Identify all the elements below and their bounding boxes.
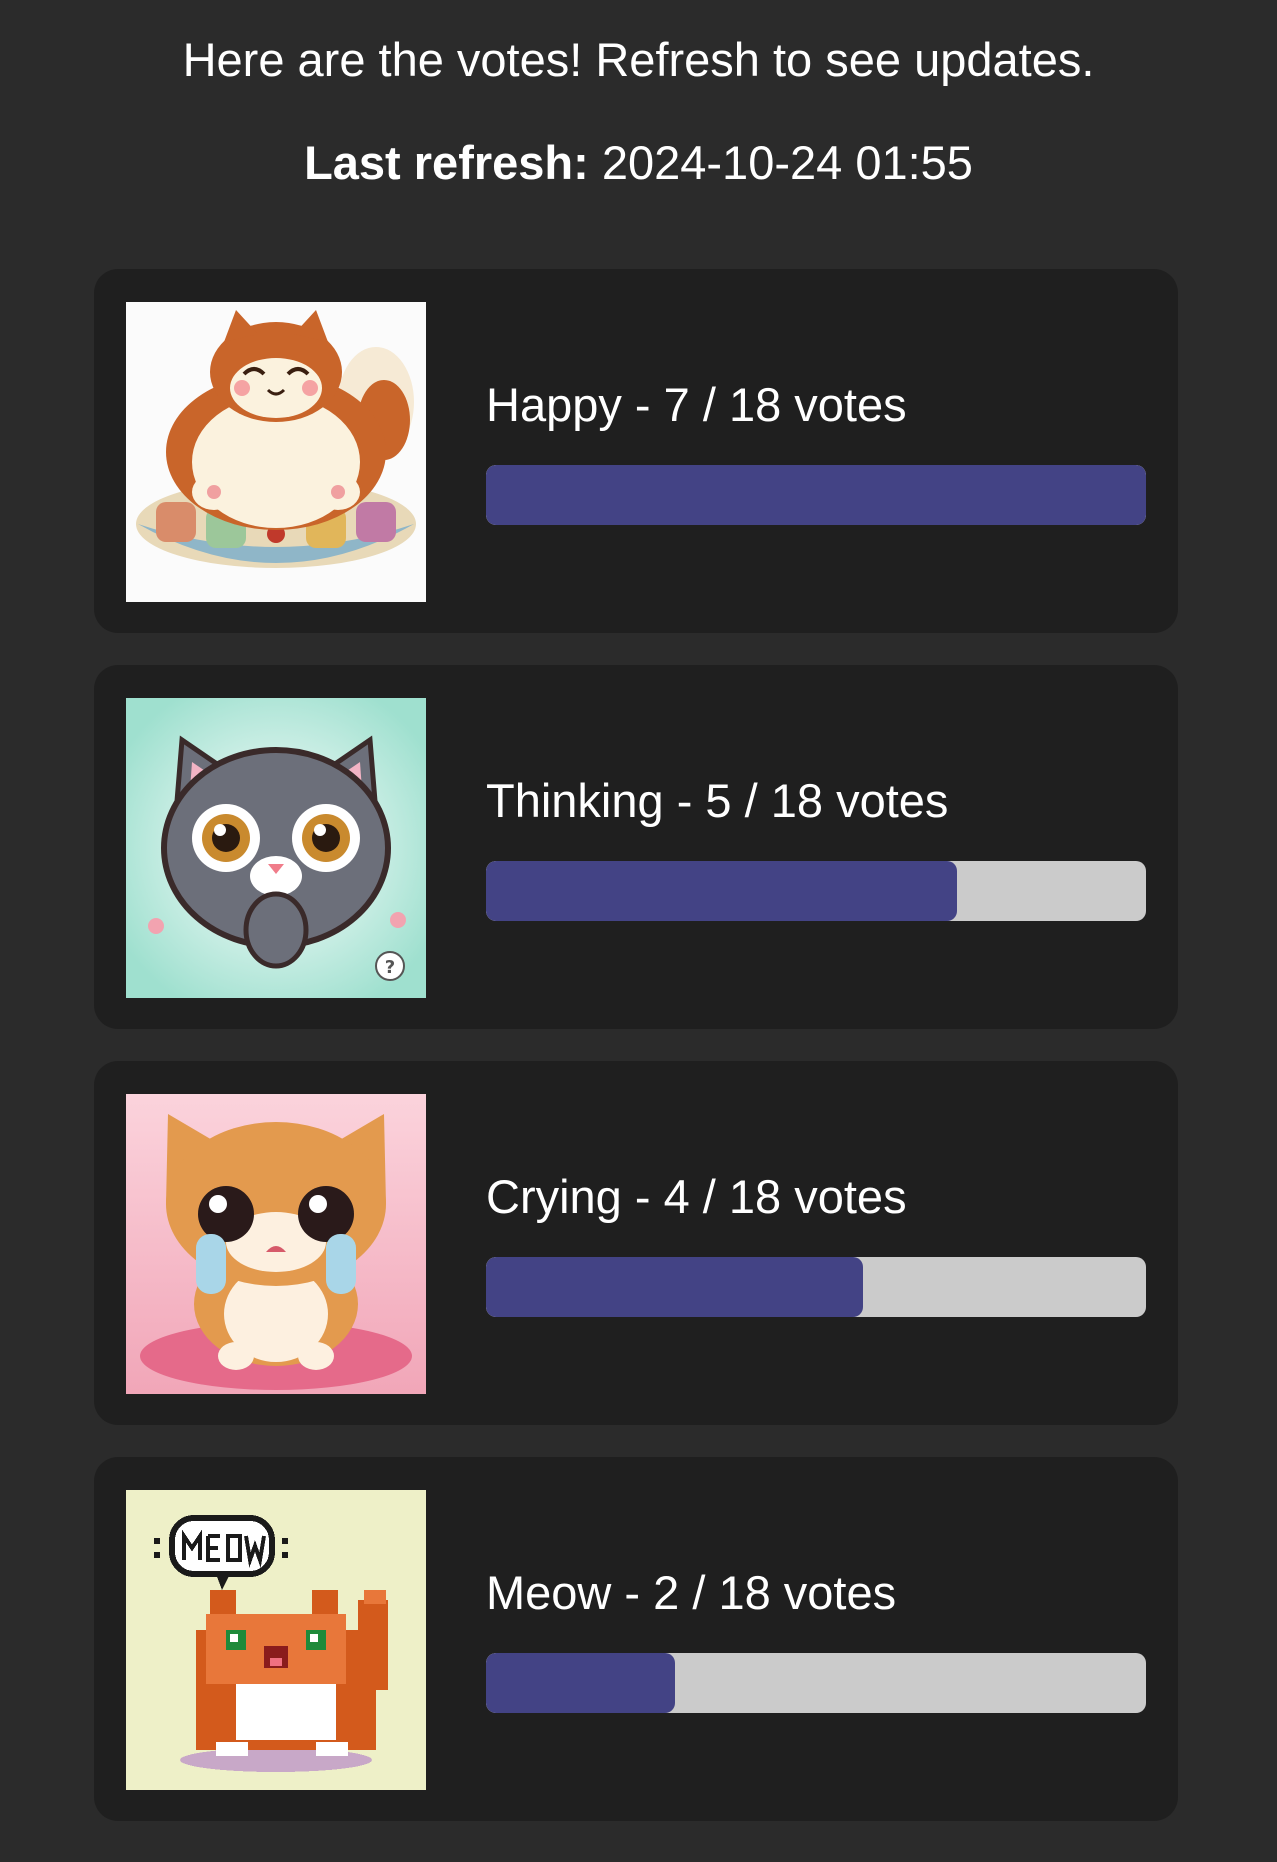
vote-bar-crying: [486, 1257, 1146, 1317]
thinking-cat-image: ?: [126, 698, 426, 998]
vote-bar-fill-happy: [486, 465, 1146, 525]
vote-bar-fill-meow: [486, 1653, 675, 1713]
last-refresh-label: Last refresh:: [304, 136, 589, 189]
vote-bar-fill-thinking: [486, 861, 958, 921]
vote-card-meow: Meow - 2 / 18 votes: [94, 1457, 1178, 1821]
vote-card-happy: Happy - 7 / 18 votes: [94, 269, 1178, 633]
intro-text: Here are the votes! Refresh to see updat…: [182, 33, 1095, 86]
vote-bar-meow: [486, 1653, 1146, 1713]
crying-cat-image: [126, 1094, 426, 1394]
vote-card-crying: Crying - 4 / 18 votes: [94, 1061, 1178, 1425]
vote-label-thinking: Thinking - 5 / 18 votes: [486, 774, 949, 827]
last-refresh-value: 2024-10-24 01:55: [601, 136, 973, 189]
vote-bar-fill-crying: [486, 1257, 864, 1317]
vote-label-meow: Meow - 2 / 18 votes: [486, 1566, 897, 1619]
vote-card-thinking: ? Thinking - 5 / 18 votes: [94, 665, 1178, 1029]
vote-bar-thinking: [486, 861, 1146, 921]
vote-bar-happy: [486, 465, 1146, 525]
meow-cat-image: [126, 1490, 426, 1790]
vote-label-happy: Happy - 7 / 18 votes: [486, 378, 907, 431]
happy-cat-image: [126, 302, 426, 602]
last-refresh: Last refresh: 2024-10-24 01:55: [0, 133, 1277, 193]
svg-text:?: ?: [385, 957, 395, 978]
vote-label-crying: Crying - 4 / 18 votes: [486, 1170, 907, 1223]
